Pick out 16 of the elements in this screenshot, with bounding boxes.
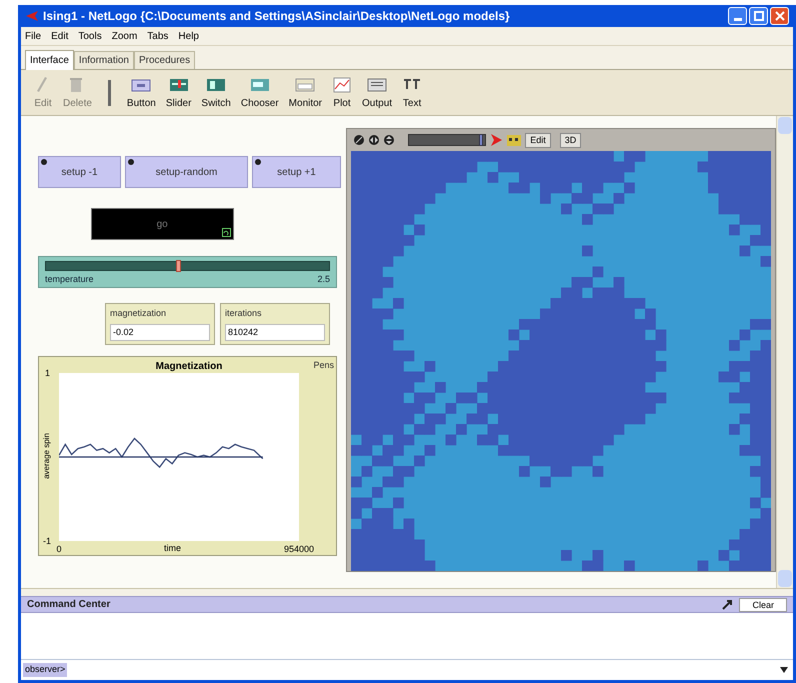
monitor-value: -0.02 [110,324,210,340]
plot-title: Magnetization [154,360,224,374]
slider-value: 2.5 [317,273,330,286]
y-tick-label: -1 [43,536,52,546]
x-axis-label: time [164,542,182,555]
window-title: Ising1 - NetLogo {C:\Documents and Settings\ASinclair\Desktop\NetLogo models} [43,8,510,25]
pens-label: Pens [313,359,334,372]
y-axis-label: average spin [41,432,52,481]
monitor-label: magnetization [110,307,168,320]
monitor-label: iterations [225,307,263,320]
x-tick-label: 0 [56,543,62,556]
panel-title: Command Center [27,598,110,612]
y-tick-label: 1 [45,368,50,378]
x-tick-label: 954000 [284,543,314,556]
monitor-value: 810242 [225,324,325,340]
slider-label: temperature [45,273,94,286]
